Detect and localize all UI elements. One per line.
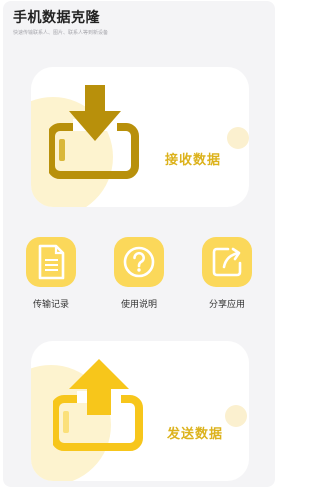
app-screen: 手机数据克隆 快速传输联系人、图片、联系人等到新设备 接收数据 传输记录 使用说…	[3, 1, 275, 487]
question-icon	[123, 246, 155, 278]
page-title: 手机数据克隆	[13, 10, 100, 26]
instructions-label: 使用说明	[120, 300, 157, 310]
transfer-records-tile	[26, 237, 76, 287]
instructions-tile	[114, 237, 164, 287]
receive-data-card[interactable]: 接收数据	[31, 67, 249, 207]
share-app-button[interactable]: 分享应用	[197, 237, 257, 310]
receive-data-label: 接收数据	[165, 153, 222, 168]
send-data-label: 发送数据	[167, 427, 224, 442]
transfer-records-label: 传输记录	[32, 300, 69, 310]
share-app-label: 分享应用	[208, 300, 245, 310]
instructions-button[interactable]: 使用说明	[109, 237, 169, 310]
decorative-dot	[227, 127, 249, 149]
decorative-dot	[225, 405, 247, 427]
share-icon	[212, 247, 242, 277]
share-app-tile	[202, 237, 252, 287]
document-icon	[38, 244, 65, 280]
upload-from-device-icon	[53, 359, 143, 451]
download-to-device-icon	[49, 85, 139, 179]
page-subtitle: 快速传输联系人、图片、联系人等到新设备	[13, 30, 109, 36]
send-data-card[interactable]: 发送数据	[31, 341, 249, 481]
quick-actions: 传输记录 使用说明 分享应用	[3, 237, 275, 317]
transfer-records-button[interactable]: 传输记录	[21, 237, 81, 310]
